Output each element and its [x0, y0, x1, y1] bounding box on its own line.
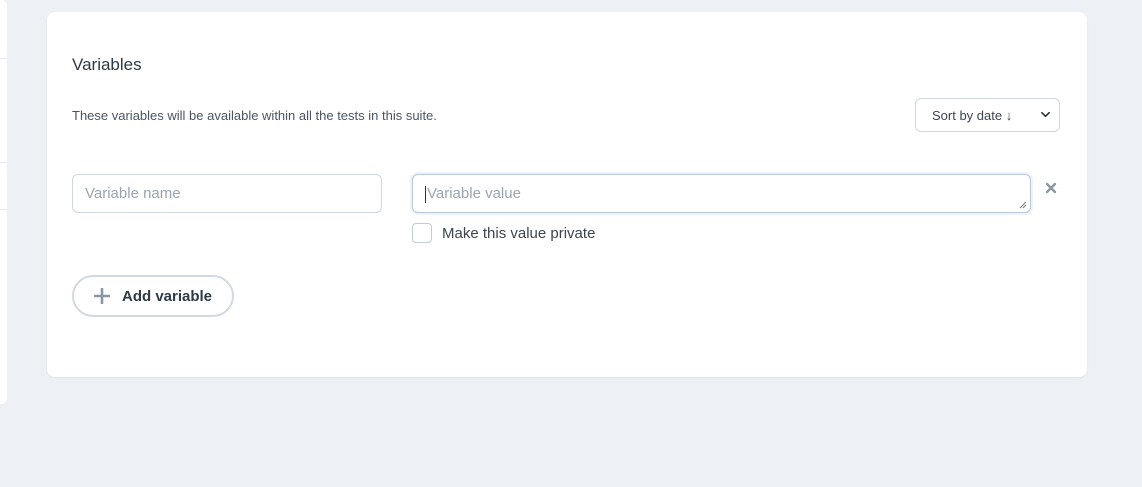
variables-card: Variables These variables will be availa…	[47, 12, 1087, 377]
plus-icon	[94, 288, 110, 304]
sort-select-value: Sort by date ↓	[932, 107, 1013, 123]
variable-value-input[interactable]: Variable value	[412, 174, 1031, 213]
side-panel-divider	[0, 209, 7, 210]
variable-value-placeholder: Variable value	[427, 185, 521, 202]
resize-handle-icon[interactable]	[1018, 200, 1027, 209]
add-variable-label: Add variable	[122, 287, 213, 305]
section-description: These variables will be available within…	[72, 108, 437, 123]
side-panel-divider	[0, 162, 7, 163]
add-variable-button[interactable]: Add variable	[72, 275, 234, 317]
close-icon[interactable]	[1044, 181, 1058, 195]
text-cursor	[425, 186, 426, 203]
section-title: Variables	[72, 55, 142, 74]
side-panel-edge	[0, 0, 7, 404]
sort-select[interactable]: Sort by date ↓	[915, 98, 1060, 132]
chevron-down-icon	[1041, 111, 1050, 118]
private-checkbox[interactable]	[412, 223, 432, 243]
variable-name-input[interactable]: Variable name	[72, 174, 382, 213]
variable-name-placeholder: Variable name	[85, 185, 181, 202]
side-panel-divider	[0, 58, 7, 59]
private-checkbox-label: Make this value private	[442, 225, 596, 242]
